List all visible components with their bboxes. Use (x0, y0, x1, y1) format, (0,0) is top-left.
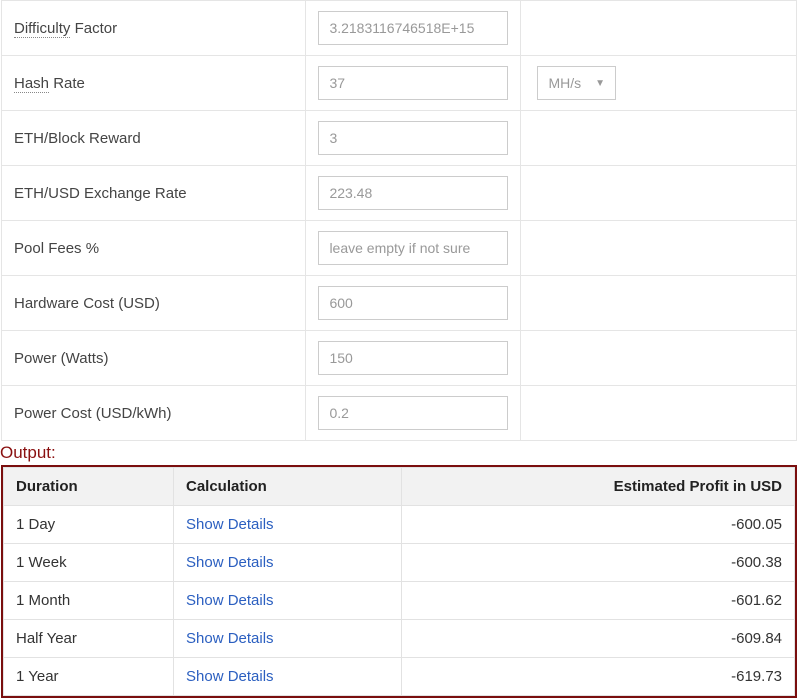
col-profit: Estimated Profit in USD (402, 468, 795, 506)
difficulty-input[interactable] (318, 11, 508, 45)
power-cost-input[interactable] (318, 396, 508, 430)
power-cost-label: Power Cost (USD/kWh) (2, 386, 306, 441)
input-form-table: Difficulty Factor Hash Rate MH/s ▼ ETH/B… (1, 0, 797, 441)
pool-fees-label: Pool Fees % (2, 221, 306, 276)
block-reward-input[interactable] (318, 121, 508, 155)
difficulty-label: Difficulty Factor (2, 1, 306, 56)
show-details-link[interactable]: Show Details (186, 554, 274, 571)
output-table: Duration Calculation Estimated Profit in… (3, 467, 795, 696)
empty-cell (521, 331, 797, 386)
hardware-cost-label: Hardware Cost (USD) (2, 276, 306, 331)
show-details-link[interactable]: Show Details (186, 592, 274, 609)
power-watts-label: Power (Watts) (2, 331, 306, 386)
pool-fees-input[interactable] (318, 231, 508, 265)
col-duration: Duration (4, 468, 174, 506)
show-details-link[interactable]: Show Details (186, 630, 274, 647)
profit-cell: -600.05 (402, 506, 795, 544)
hash-rate-label: Hash Rate (2, 56, 306, 111)
duration-cell: 1 Day (4, 506, 174, 544)
profit-cell: -601.62 (402, 582, 795, 620)
hardware-cost-input[interactable] (318, 286, 508, 320)
empty-cell (521, 386, 797, 441)
exchange-rate-label: ETH/USD Exchange Rate (2, 166, 306, 221)
empty-cell (521, 111, 797, 166)
profit-cell: -609.84 (402, 620, 795, 658)
output-heading: Output: (0, 441, 798, 465)
output-section: Duration Calculation Estimated Profit in… (1, 465, 797, 698)
empty-cell (521, 1, 797, 56)
table-row: 1 Day Show Details -600.05 (4, 506, 795, 544)
empty-cell (521, 276, 797, 331)
power-watts-input[interactable] (318, 341, 508, 375)
empty-cell (521, 166, 797, 221)
table-row: 1 Year Show Details -619.73 (4, 658, 795, 696)
exchange-rate-input[interactable] (318, 176, 508, 210)
duration-cell: 1 Month (4, 582, 174, 620)
col-calculation: Calculation (174, 468, 402, 506)
hash-unit-select[interactable]: MH/s ▼ (537, 66, 616, 100)
show-details-link[interactable]: Show Details (186, 668, 274, 685)
hash-unit-value: MH/s (548, 75, 581, 91)
table-row: 1 Week Show Details -600.38 (4, 544, 795, 582)
duration-cell: Half Year (4, 620, 174, 658)
hash-rate-input[interactable] (318, 66, 508, 100)
duration-cell: 1 Week (4, 544, 174, 582)
profit-cell: -600.38 (402, 544, 795, 582)
table-row: Half Year Show Details -609.84 (4, 620, 795, 658)
profit-cell: -619.73 (402, 658, 795, 696)
duration-cell: 1 Year (4, 658, 174, 696)
table-row: 1 Month Show Details -601.62 (4, 582, 795, 620)
empty-cell (521, 221, 797, 276)
block-reward-label: ETH/Block Reward (2, 111, 306, 166)
show-details-link[interactable]: Show Details (186, 516, 274, 533)
chevron-down-icon: ▼ (595, 78, 605, 89)
